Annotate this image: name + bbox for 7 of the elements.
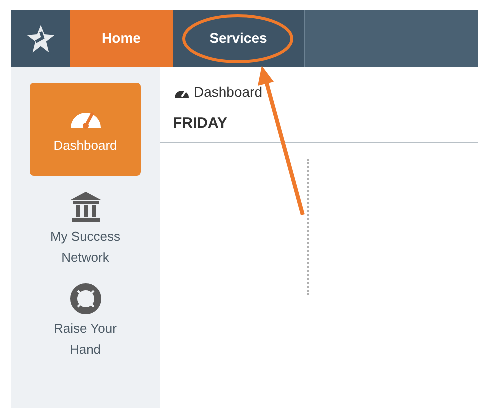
bank-icon [68,190,102,224]
nav-tab[interactable]: Services [173,10,305,67]
breadcrumb-link[interactable]: Dashboard [194,82,262,103]
sidebar-nav-item[interactable]: My Success Network [30,182,141,268]
day-heading: FRIDAY [160,103,478,143]
lifebuoy-icon [68,282,102,316]
sidebar-nav-item[interactable]: Raise Your Hand [30,274,141,360]
